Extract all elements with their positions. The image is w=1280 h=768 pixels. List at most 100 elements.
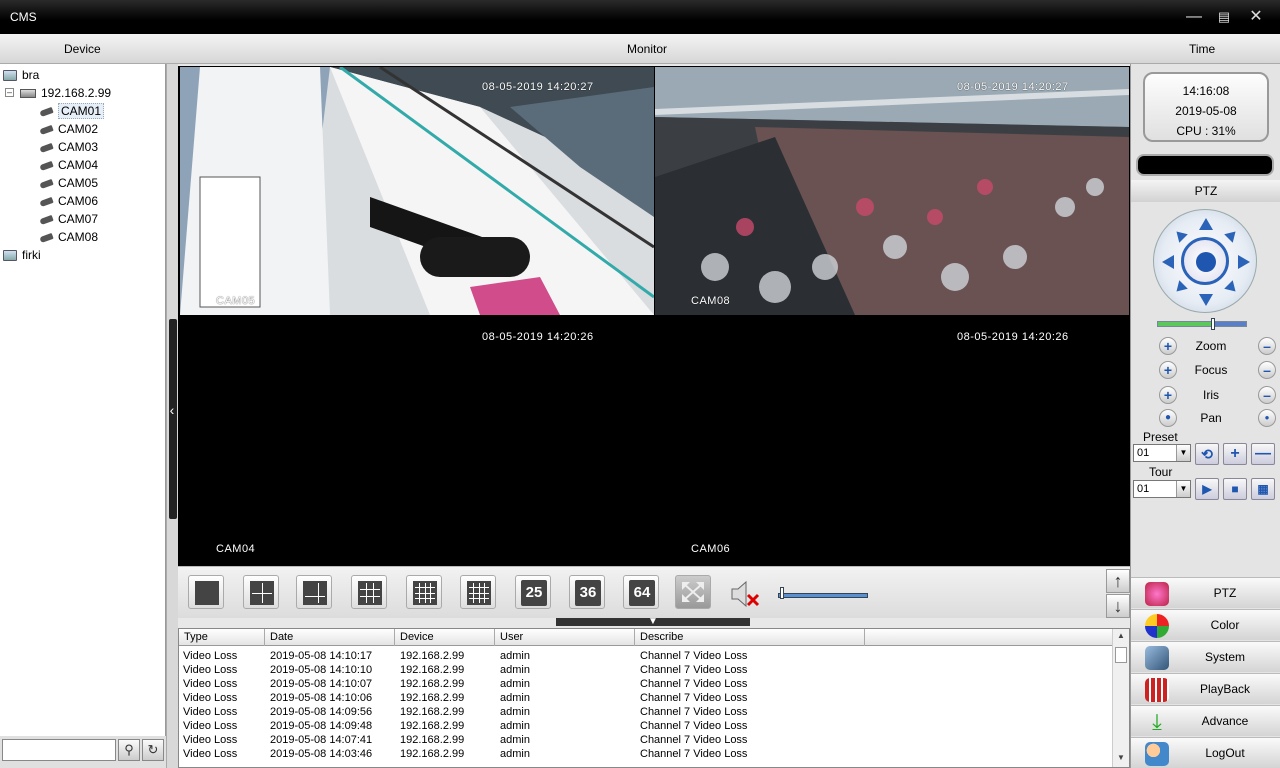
tree-node-cam07[interactable]: CAM07 [39,210,98,228]
tour-play-button[interactable]: ▶ [1195,478,1219,500]
table-row[interactable]: Video Loss 2019-05-08 14:10:17 192.168.2.9… [179,649,1114,663]
menu-system[interactable]: System [1131,641,1280,672]
tree-node-dvr[interactable]: 192.168.2.99 [20,84,111,102]
tree-node-bra[interactable]: bra [3,66,39,84]
layout-36-button[interactable]: 36 [569,575,605,609]
tour-grid-button[interactable]: ▦ [1251,478,1275,500]
camera-icon [39,178,54,189]
zoom-out-button[interactable]: – [1258,337,1276,355]
preset-select[interactable]: 01 ▼ [1133,444,1191,462]
ptz-speed-slider[interactable] [1157,318,1247,330]
tour-stop-button[interactable]: ■ [1223,478,1247,500]
column-header-type[interactable]: Type [179,629,265,646]
column-header-device[interactable]: Device [395,629,495,646]
fullscreen-button[interactable] [675,575,711,609]
menu-advance[interactable]: ⤓ Advance [1131,705,1280,736]
table-row[interactable]: Video Loss 2019-05-08 14:09:56 192.168.2.9… [179,705,1114,719]
chevron-left-icon[interactable]: ‹ [167,402,177,418]
chevron-down-icon[interactable]: ▼ [1176,481,1190,497]
layout-9-icon [358,581,382,605]
clock-date: 2019-05-08 [1175,104,1237,118]
iris-open-button[interactable]: + [1159,386,1177,404]
scroll-up-button[interactable]: ↑ [1106,569,1130,593]
tree-node-label: CAM04 [58,158,99,172]
iris-close-button[interactable]: – [1258,386,1276,404]
column-header-describe[interactable]: Describe [635,629,865,646]
arrow-up-icon[interactable] [1199,218,1213,230]
maximize-icon[interactable]: ▤ [1214,8,1234,26]
chevron-down-icon[interactable]: ▼ [1176,445,1190,461]
volume-knob[interactable] [780,587,784,599]
ptz-center-button[interactable] [1196,252,1216,272]
focus-in-button[interactable]: + [1159,361,1177,379]
arrow-down-right-icon[interactable] [1224,280,1240,296]
close-icon[interactable]: ✕ [1246,8,1266,26]
video-tile-cam04[interactable]: 08-05-2019 14:20:26 CAM04 [180,317,654,565]
focus-out-button[interactable]: – [1258,361,1276,379]
table-row[interactable]: Video Loss 2019-05-08 14:03:46 192.168.2.9… [179,747,1114,761]
tree-node-cam05[interactable]: CAM05 [39,174,98,192]
table-row[interactable]: Video Loss 2019-05-08 14:10:10 192.168.2.9… [179,663,1114,677]
video-tile-cam08[interactable]: 08-05-2019 14:20:27 CAM08 [655,67,1129,315]
refresh-icon[interactable]: ↻ [142,739,164,761]
layout-16-button[interactable] [460,575,496,609]
table-row[interactable]: Video Loss 2019-05-08 14:09:48 192.168.2.9… [179,719,1114,733]
tree-node-cam04[interactable]: CAM04 [39,156,99,174]
table-row[interactable]: Video Loss 2019-05-08 14:10:06 192.168.2.9… [179,691,1114,705]
tree-node-firki[interactable]: firki [3,246,41,264]
preset-add-button[interactable]: + [1223,443,1247,465]
search-input[interactable] [2,739,116,761]
scroll-down-button[interactable]: ↓ [1106,594,1130,618]
menu-color[interactable]: Color [1131,609,1280,640]
layout-1-button[interactable] [188,575,224,609]
layout-13-button[interactable] [406,575,442,609]
video-tile-cam06[interactable]: 08-05-2019 14:20:26 CAM06 [655,317,1129,565]
log-panel-toggle[interactable]: ▼ [556,616,750,627]
table-row[interactable]: Video Loss 2019-05-08 14:07:41 192.168.2.9… [179,733,1114,747]
layout-64-button[interactable]: 64 [623,575,659,609]
column-header-date[interactable]: Date [265,629,395,646]
tree-node-cam03[interactable]: CAM03 [39,138,98,156]
tree-node-cam08[interactable]: CAM08 [39,228,98,246]
scroll-down-icon[interactable]: ▼ [1113,753,1129,762]
layout-9-button[interactable] [351,575,387,609]
arrow-up-left-icon[interactable] [1172,227,1188,243]
volume-slider[interactable] [778,593,868,598]
layout-4-button[interactable] [243,575,279,609]
layout-6-button[interactable] [296,575,332,609]
tour-select[interactable]: 01 ▼ [1133,480,1191,498]
arrow-up-right-icon[interactable] [1224,227,1240,243]
arrow-left-icon[interactable] [1162,255,1174,269]
column-header-user[interactable]: User [495,629,635,646]
table-cell: admin [500,706,530,718]
table-cell: admin [500,650,530,662]
layout-25-button[interactable]: 25 [515,575,551,609]
tree-node-cam01[interactable]: CAM01 [39,102,105,120]
preset-call-button[interactable]: ⟲ [1195,443,1219,465]
arrow-down-icon[interactable] [1199,294,1213,306]
table-row[interactable]: Video Loss 2019-05-08 14:10:07 192.168.2.9… [179,677,1114,691]
ptz-direction-pad[interactable] [1153,209,1257,313]
tree-node-cam06[interactable]: CAM06 [39,192,98,210]
log-scrollbar[interactable]: ▲ ▼ [1112,629,1129,767]
menu-logout[interactable]: LogOut [1131,737,1280,768]
search-icon[interactable]: ⚲ [118,739,140,761]
scroll-thumb[interactable] [1115,647,1127,663]
video-tile-cam05[interactable]: 08-05-2019 14:20:27 CAM05 [180,67,654,315]
splitter-handle[interactable] [169,319,177,519]
arrow-down-left-icon[interactable] [1172,280,1188,296]
pan-stop-button[interactable]: ● [1258,409,1276,427]
minimize-icon[interactable]: — [1184,8,1204,26]
zoom-in-button[interactable]: + [1159,337,1177,355]
ptz-speed-knob[interactable] [1211,318,1215,330]
arrow-right-icon[interactable] [1238,255,1250,269]
preset-remove-button[interactable]: — [1251,443,1275,465]
mute-button[interactable] [728,579,764,609]
menu-playback[interactable]: PlayBack [1131,673,1280,704]
pan-start-button[interactable]: ● [1159,409,1177,427]
tree-node-cam02[interactable]: CAM02 [39,120,98,138]
menu-ptz[interactable]: PTZ [1131,577,1280,608]
scroll-up-icon[interactable]: ▲ [1113,631,1129,640]
panel-splitter[interactable]: ‹ [166,64,178,768]
collapse-toggle[interactable]: – [5,88,14,97]
